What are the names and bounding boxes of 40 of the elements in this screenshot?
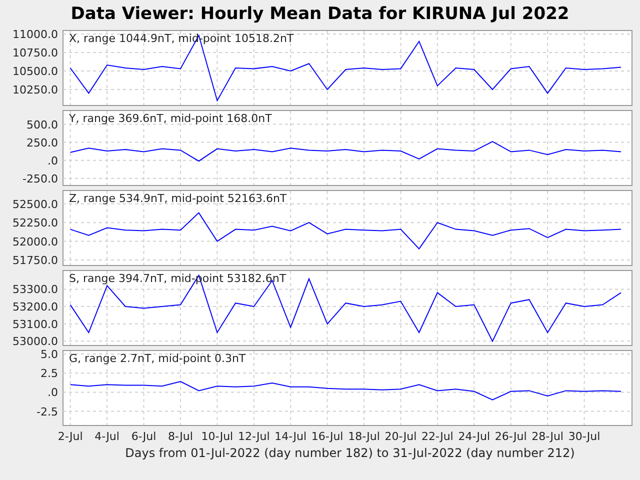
x-tick-label: 18-Jul [348, 430, 380, 443]
y-tick-label: 250.0 [26, 136, 58, 150]
chart-title: Y, range 369.6nT, mid-point 168.0nT [69, 112, 272, 125]
x-tick-label: 16-Jul [311, 430, 344, 443]
y-tick-label: 10750.0 [12, 46, 58, 60]
y-tick-label: 500.0 [26, 118, 58, 132]
x-tick-label: 2-Jul [58, 430, 83, 443]
x-axis-label: Days from 01-Jul-2022 (day number 182) to 31-Jul-2022 (day number 212) [125, 445, 575, 462]
y-tick-label: 51750.0 [12, 254, 58, 266]
x-tick-label: 6-Jul [131, 430, 156, 443]
x-tick-label: 24-Jul [458, 430, 490, 443]
y-tick-label: -250.0 [22, 172, 58, 186]
x-tick-label: 22-Jul [422, 430, 454, 443]
x-tick-label: 26-Jul [494, 430, 527, 443]
y-tick-label: 53100.0 [12, 318, 58, 331]
x-tick-label: 8-Jul [168, 430, 193, 443]
chart-title: G, range 2.7nT, mid-point 0.3nT [69, 352, 246, 365]
y-tick-label: 53200.0 [12, 300, 58, 314]
chart-title: Z, range 534.9nT, mid-point 52163.6nT [69, 192, 287, 205]
y-tick-label: 52250.0 [12, 216, 58, 230]
y-tick-label: -2.5 [36, 405, 58, 418]
y-tick-label: 52500.0 [12, 198, 58, 211]
y-tick-label: .0 [48, 386, 58, 400]
y-tick-label: 5.0 [40, 350, 58, 362]
x-tick-label: 10-Jul [201, 430, 234, 443]
x-tick-label: 4-Jul [94, 430, 120, 443]
x-tick-label: 20-Jul [384, 430, 417, 443]
y-tick-label: 53000.0 [12, 335, 58, 346]
x-tick-label: 30-Jul [568, 430, 600, 443]
y-tick-label: .0 [48, 154, 58, 168]
x-tick-label: 28-Jul [532, 430, 564, 443]
y-tick-label: 53300.0 [12, 283, 58, 296]
y-tick-label: 11000.0 [12, 30, 58, 41]
window-title: Data Viewer: Hourly Mean Data for KIRUNA Jul 2022 [70, 3, 570, 26]
x-tick-label: 14-Jul [274, 430, 307, 443]
y-tick-label: 2.5 [40, 367, 58, 380]
x-tick-label: 12-Jul [238, 430, 270, 443]
y-tick-label: 10250.0 [12, 83, 58, 96]
y-tick-label: 10500.0 [12, 64, 58, 78]
y-tick-label: 52000.0 [12, 235, 58, 248]
